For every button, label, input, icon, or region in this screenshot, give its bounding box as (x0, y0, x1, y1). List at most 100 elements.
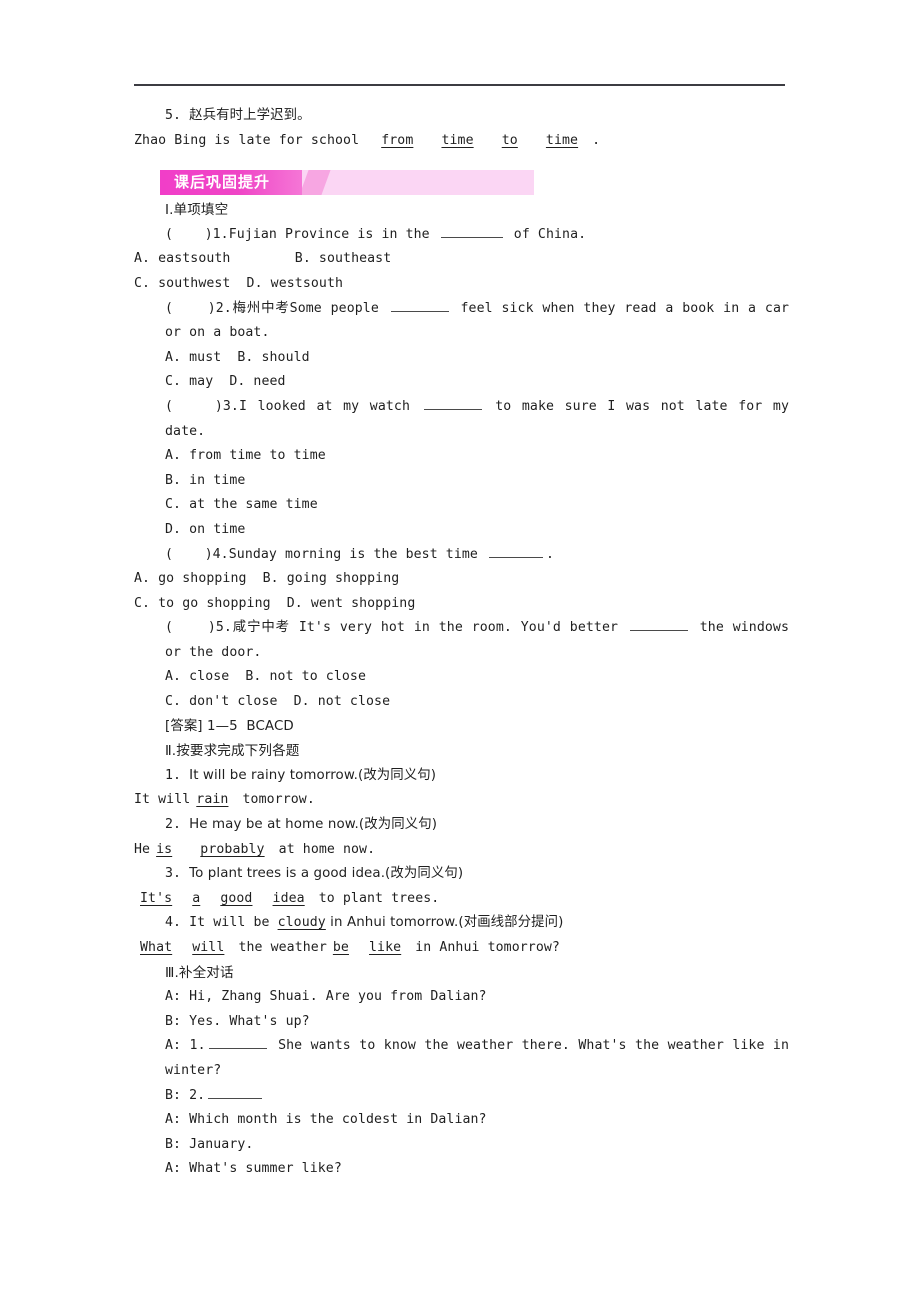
answer-blank-filled: will (192, 940, 225, 955)
section-2-item-2-prompt: 2. He may be at home now.(改为同义句) (134, 813, 789, 838)
question-1-options-b: C. southwest D. westsouth (134, 275, 344, 291)
dialogue-blank-number: 2. (189, 1087, 206, 1103)
answer-paren: ( ) (165, 620, 216, 636)
question-2-options-b: C. may D. need (165, 374, 286, 390)
question-stem-before: It's very hot in the room. You'd better (289, 620, 627, 636)
question-5-stem: ( )5.咸宁中考 It's very hot in the room. You… (134, 616, 789, 665)
answer-paren: ( ) (165, 546, 213, 562)
dialogue-text: Hi, Zhang Shuai. Are you from Dalian? (181, 989, 487, 1005)
fill-in-blank (208, 1085, 263, 1099)
question-number: 1. (212, 226, 229, 242)
answer-blank-filled: probably (200, 841, 265, 857)
answer-suffix: to plant trees. (318, 890, 440, 906)
item-number: 2. (165, 817, 182, 833)
dialogue-text: January. (181, 1136, 254, 1152)
question-5-options-a: A. close B. not to close (165, 669, 366, 685)
question-3-stem: ( )3.I looked at my watch to make sure I… (134, 395, 789, 444)
answer-blank-filled: idea (272, 890, 305, 906)
dialogue-speaker: A: (165, 1038, 182, 1054)
prev-exercise-number: 5. (165, 108, 182, 123)
fill-in-blank (208, 1035, 267, 1050)
fill-in-blank (423, 396, 482, 410)
item-number: 4. (165, 915, 182, 931)
fill-in-blank (489, 544, 543, 558)
question-4-stem: ( )4.Sunday morning is the best time . (134, 543, 789, 568)
question-2-options-a: A. must B. should (165, 349, 310, 365)
question-2-stem: ( )2.梅州中考Some people feel sick when they… (134, 297, 789, 346)
dialogue-line: A: Which month is the coldest in Dalian? (134, 1108, 789, 1133)
answer-paren: ( ) (165, 226, 213, 242)
dialogue-speaker: A: (165, 1112, 182, 1128)
fill-in-blank (390, 298, 449, 312)
dialogue-line: B: 2. (134, 1084, 789, 1109)
answer-blank-filled: rain (196, 792, 229, 808)
answer-blank-filled: from (381, 132, 414, 148)
question-3-options-d: D. on time (165, 521, 246, 537)
answer-blank-filled: What (140, 940, 173, 955)
question-4-options-a: A. go shopping B. going shopping (134, 571, 400, 587)
question-stem-before: Fujian Province is in the (228, 226, 438, 242)
question-number: 3. (222, 398, 239, 414)
answer-blank-filled: a (192, 890, 201, 906)
question-stem-before: Some people (289, 300, 388, 316)
section-1-answer-key: [答案] 1—5 BCACD (165, 718, 294, 734)
question-source-label: 梅州中考 (231, 300, 290, 316)
answer-suffix: at home now. (278, 841, 376, 857)
item-prompt: To plant trees is a good idea.(改为同义句) (189, 866, 464, 882)
answer-blank-filled: time (545, 132, 579, 148)
dialogue-blank-number: 1. (189, 1038, 206, 1054)
document-body: 5. 赵兵有时上学迟到。 Zhao Bing is late for schoo… (134, 104, 789, 1182)
item-number: 1. (165, 767, 182, 783)
fill-in-blank (440, 224, 503, 238)
prev-exercise-stem: Zhao Bing is late for school (134, 132, 360, 148)
header-rule (134, 84, 785, 86)
answer-blank-filled: good (220, 890, 253, 906)
document-page: 课后巩固提升 5. 赵兵有时上学迟到。 Zhao Bing is late fo… (0, 0, 920, 1302)
answer-suffix: in Anhui tomorrow? (415, 940, 560, 955)
answer-blank-filled: time (441, 132, 474, 148)
question-stem-after: . (546, 546, 555, 562)
answer-prefix: It will (134, 792, 191, 808)
item-prompt: It will be rainy tomorrow.(改为同义句) (189, 767, 437, 783)
question-5-options-b: C. don't close D. not close (165, 694, 391, 710)
fill-in-blank (629, 617, 688, 632)
question-1-stem: ( )1.Fujian Province is in the of China. (134, 223, 789, 248)
dialogue-speaker: A: (165, 1161, 182, 1177)
item-prompt-underlined: cloudy (277, 915, 326, 931)
item-number: 3. (165, 866, 182, 882)
question-source-label: 咸宁中考 (231, 620, 290, 636)
section-2-item-4-answer: What will the weather be like in Anhui to… (134, 936, 789, 961)
answer-mid-text: the weather (238, 940, 327, 955)
prev-exercise-chinese-text: 赵兵有时上学迟到。 (189, 108, 311, 123)
dialogue-text: Which month is the coldest in Dalian? (181, 1112, 487, 1128)
answer-blank-filled: It's (140, 890, 173, 906)
dialogue-speaker: B: (165, 1136, 182, 1152)
answer-blank-filled: is (156, 841, 173, 857)
answer-suffix: tomorrow. (242, 792, 315, 808)
section-3-heading: Ⅲ.补全对话 (165, 964, 234, 981)
answer-paren: ( ) (165, 398, 223, 414)
prev-exercise-punct: . (592, 132, 601, 148)
question-number: 5. (215, 620, 232, 636)
dialogue-speaker: B: (165, 1013, 182, 1029)
question-stem-before: I looked at my watch (238, 398, 421, 414)
answer-blank-filled: like (369, 940, 402, 955)
question-3-options-b: B. in time (165, 472, 246, 488)
question-number: 2. (215, 300, 232, 316)
dialogue-speaker: A: (165, 989, 182, 1005)
prev-exercise-answer-line: Zhao Bing is late for school from time t… (134, 129, 789, 154)
question-1-options-a: A. eastsouth B. southeast (134, 251, 392, 267)
question-stem-before: Sunday morning is the best time (228, 546, 486, 562)
banner-spacer (134, 153, 789, 198)
dialogue-speaker: B: (165, 1087, 182, 1103)
dialogue-line: A: What's summer like? (134, 1157, 789, 1182)
question-number: 4. (212, 546, 229, 562)
answer-paren: ( ) (165, 300, 216, 316)
section-2-item-4-prompt: 4. It will be cloudy in Anhui tomorrow.(… (134, 911, 789, 936)
prev-exercise-chinese: 5. 赵兵有时上学迟到。 (134, 104, 789, 129)
item-prompt-after: in Anhui tomorrow.(对画线部分提问) (325, 915, 564, 931)
dialogue-text: Yes. What's up? (181, 1013, 310, 1029)
question-3-options-a: A. from time to time (165, 448, 326, 464)
dialogue-line: B: January. (134, 1133, 789, 1158)
section-2-item-3-answer: It's a good idea to plant trees. (134, 887, 789, 912)
